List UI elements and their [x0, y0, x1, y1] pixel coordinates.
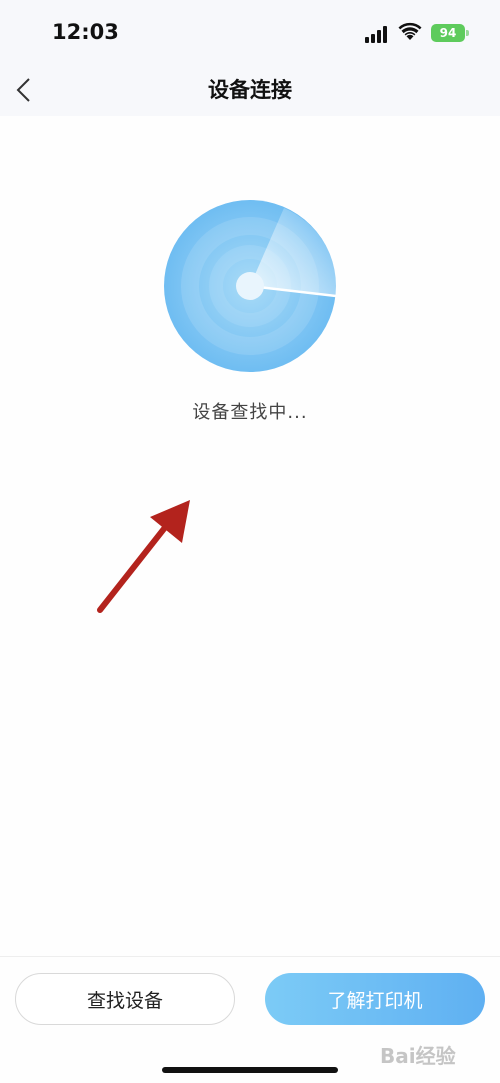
battery-tip: [466, 30, 469, 36]
radar-scan-icon: [164, 200, 336, 372]
page-title: 设备连接: [208, 78, 292, 102]
searching-status: 设备查找中...: [192, 402, 308, 423]
battery-level: 94: [439, 26, 457, 40]
find-device-label: 查找设备: [86, 989, 163, 1012]
nav-bar: 设备连接: [0, 64, 500, 116]
wifi-icon: [398, 22, 422, 40]
bottom-divider: [0, 956, 500, 957]
battery-icon: 94: [431, 24, 465, 42]
find-device-button[interactable]: 查找设备: [15, 973, 235, 1025]
learn-printer-label: 了解打印机: [327, 989, 423, 1012]
watermark-text: Bai经验: [380, 1044, 456, 1068]
home-indicator[interactable]: [162, 1067, 338, 1073]
watermark-logo: Bai经验: [380, 1040, 490, 1076]
status-bar: 12:03 94: [0, 0, 500, 64]
annotation-arrow-icon: [97, 500, 190, 613]
status-time: 12:03: [52, 20, 119, 44]
learn-printer-button[interactable]: 了解打印机: [265, 973, 485, 1025]
cellular-signal-icon: [365, 25, 391, 43]
